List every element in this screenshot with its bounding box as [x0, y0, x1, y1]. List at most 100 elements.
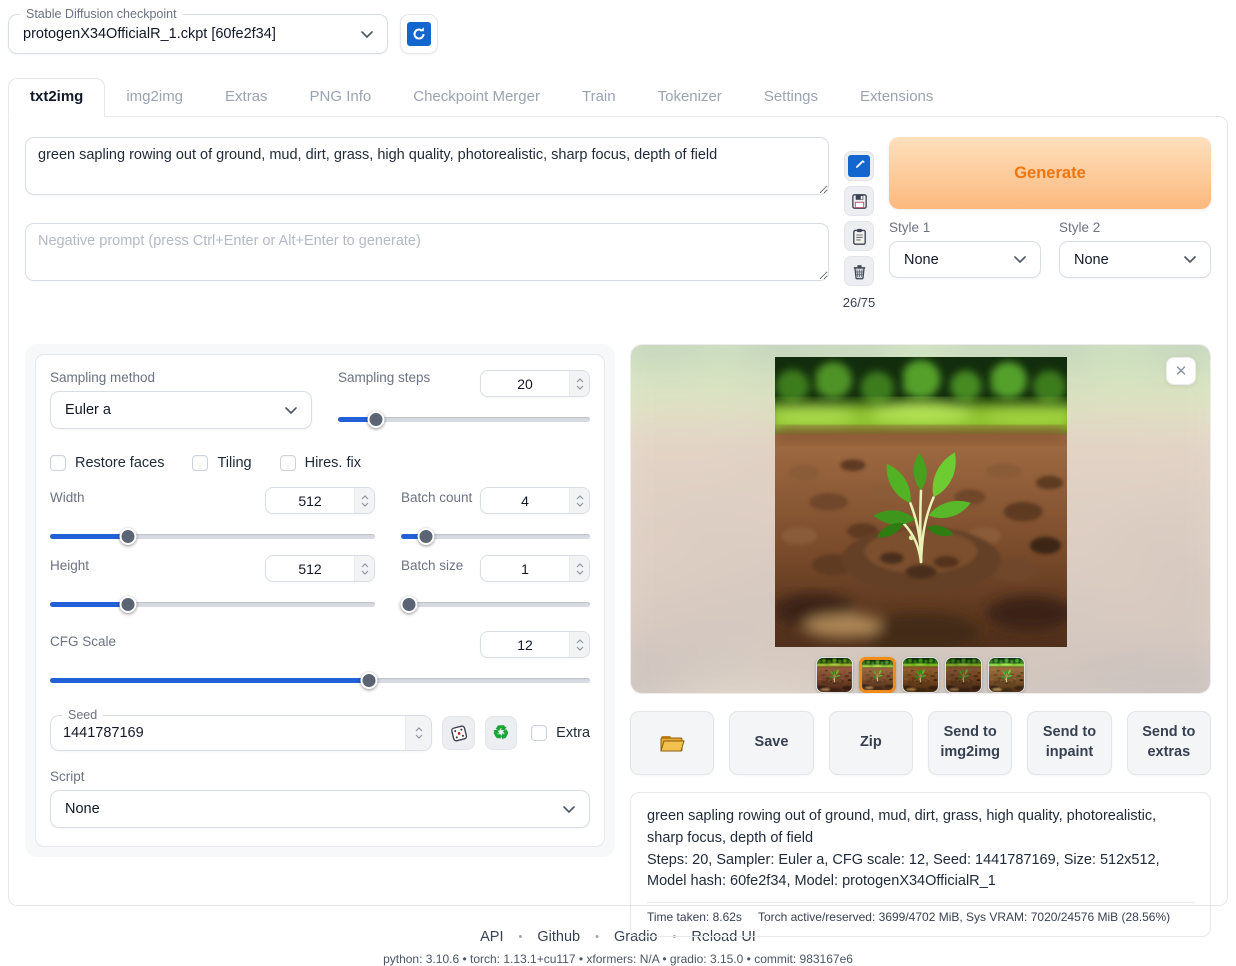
gallery-thumbnail-5[interactable] — [988, 657, 1025, 693]
batch-size-input[interactable]: 1 — [480, 555, 590, 582]
tab-checkpoint-merger[interactable]: Checkpoint Merger — [392, 79, 561, 116]
restore-faces-label: Restore faces — [75, 455, 164, 471]
generation-info: green sapling rowing out of ground, mud,… — [630, 792, 1211, 937]
txt2img-panel: green sapling rowing out of ground, mud,… — [8, 116, 1228, 906]
tab-extensions[interactable]: Extensions — [839, 79, 954, 116]
style2-select[interactable]: None — [1059, 241, 1211, 278]
batch-count-value: 4 — [481, 488, 569, 513]
options-row: Restore faces Tiling Hires. fix — [50, 455, 590, 471]
trash-icon — [850, 262, 869, 281]
gallery-thumbnail-2[interactable] — [859, 657, 896, 693]
tab-img2img[interactable]: img2img — [105, 79, 204, 116]
style1-group: Style 1 None — [889, 220, 1041, 278]
clear-prompt-button[interactable] — [844, 256, 874, 286]
send-to-inpaint-button[interactable]: Send to inpaint — [1027, 711, 1111, 775]
zip-button[interactable]: Zip — [829, 711, 913, 775]
batch-count-input[interactable]: 4 — [480, 487, 590, 514]
gallery-thumbnail-4[interactable] — [945, 657, 982, 693]
spinner[interactable] — [569, 556, 589, 581]
sampling-steps-slider[interactable] — [338, 410, 590, 428]
spinner[interactable] — [354, 556, 374, 581]
style1-select[interactable]: None — [889, 241, 1041, 278]
batch-size-slider[interactable] — [401, 595, 590, 613]
script-label: Script — [50, 769, 590, 784]
seed-input[interactable]: 1441787169 — [50, 715, 432, 751]
spinner[interactable] — [569, 488, 589, 513]
height-group: Height 512 — [50, 555, 375, 613]
spinner[interactable] — [569, 371, 589, 396]
generated-image[interactable] — [775, 357, 1067, 647]
spinner[interactable] — [405, 716, 431, 750]
generate-button[interactable]: Generate — [889, 137, 1211, 209]
reuse-seed-button[interactable]: ♻ — [485, 716, 517, 750]
sampling-steps-input[interactable]: 20 — [480, 370, 590, 397]
restore-faces-checkbox[interactable]: Restore faces — [50, 455, 164, 471]
height-value: 512 — [266, 556, 354, 581]
chevron-down-icon — [285, 407, 297, 414]
folder-icon — [659, 732, 685, 754]
save-button[interactable]: Save — [729, 711, 813, 775]
sampling-method-label: Sampling method — [50, 370, 312, 385]
tiling-checkbox[interactable]: Tiling — [192, 455, 251, 471]
send-to-extras-button[interactable]: Send to extras — [1127, 711, 1211, 775]
gallery-thumbnail-3[interactable] — [902, 657, 939, 693]
tab-extras[interactable]: Extras — [204, 79, 289, 116]
width-label: Width — [50, 490, 85, 505]
tab-settings[interactable]: Settings — [743, 79, 839, 116]
height-input[interactable]: 512 — [265, 555, 375, 582]
batch-count-label: Batch count — [401, 490, 472, 505]
negative-prompt-input[interactable] — [25, 223, 829, 281]
sampling-method-select[interactable]: Euler a — [50, 391, 312, 429]
tab-train[interactable]: Train — [561, 79, 637, 116]
token-counter: 26/75 — [843, 295, 876, 310]
open-folder-button[interactable] — [630, 711, 714, 775]
floppy-disk-icon — [850, 192, 869, 211]
sampling-method-group: Sampling method Euler a — [50, 370, 312, 429]
batch-count-group: Batch count 4 — [401, 487, 590, 545]
dice-icon — [449, 723, 469, 743]
width-input[interactable]: 512 — [265, 487, 375, 514]
script-select[interactable]: None — [50, 790, 590, 828]
prompt-input[interactable]: green sapling rowing out of ground, mud,… — [25, 137, 829, 195]
gallery-thumbnail-1[interactable] — [816, 657, 853, 693]
checkbox-box — [280, 455, 296, 471]
clipboard-icon — [850, 227, 869, 246]
width-slider[interactable] — [50, 527, 375, 545]
close-icon: ✕ — [1175, 362, 1188, 380]
chevron-down-icon — [1184, 256, 1196, 263]
output-params-text: Steps: 20, Sampler: Euler a, CFG scale: … — [647, 850, 1194, 894]
cfg-input[interactable]: 12 — [480, 631, 590, 658]
extra-seed-checkbox[interactable]: Extra — [531, 725, 590, 741]
tab-txt2img[interactable]: txt2img — [8, 78, 105, 117]
recycle-icon: ♻ — [492, 724, 509, 743]
height-slider[interactable] — [50, 595, 375, 613]
checkbox-box — [50, 455, 66, 471]
tab-tokenizer[interactable]: Tokenizer — [637, 79, 743, 116]
close-gallery-button[interactable]: ✕ — [1166, 357, 1196, 385]
script-value: None — [65, 801, 100, 817]
apply-style-button[interactable] — [844, 221, 874, 251]
tiling-label: Tiling — [217, 455, 251, 471]
random-seed-button[interactable] — [442, 716, 474, 750]
sampling-steps-group: Sampling steps 20 — [338, 370, 590, 429]
save-style-button[interactable] — [844, 186, 874, 216]
chevron-down-icon — [361, 31, 373, 38]
paintbrush-button[interactable] — [844, 151, 874, 181]
refresh-checkpoints-button[interactable] — [400, 14, 438, 54]
spinner[interactable] — [354, 488, 374, 513]
cfg-slider[interactable] — [50, 671, 590, 689]
seed-value: 1441787169 — [51, 716, 405, 750]
spinner[interactable] — [569, 632, 589, 657]
tab-png-info[interactable]: PNG Info — [289, 79, 393, 116]
extra-seed-label: Extra — [556, 725, 590, 741]
results-column: ✕ SaveZipSend to img2imgSend to inpaintS… — [630, 344, 1211, 937]
tab-bar: txt2imgimg2imgExtrasPNG InfoCheckpoint M… — [8, 78, 1228, 116]
output-prompt-text: green sapling rowing out of ground, mud,… — [647, 806, 1194, 850]
paintbrush-icon — [848, 155, 870, 177]
send-to-img2img-button[interactable]: Send to img2img — [928, 711, 1012, 775]
parameters-panel: Sampling method Euler a Sampling steps 2… — [25, 344, 615, 857]
hires-fix-checkbox[interactable]: Hires. fix — [280, 455, 361, 471]
batch-count-slider[interactable] — [401, 527, 590, 545]
sampling-steps-value: 20 — [481, 371, 569, 396]
script-group: Script None — [50, 769, 590, 828]
